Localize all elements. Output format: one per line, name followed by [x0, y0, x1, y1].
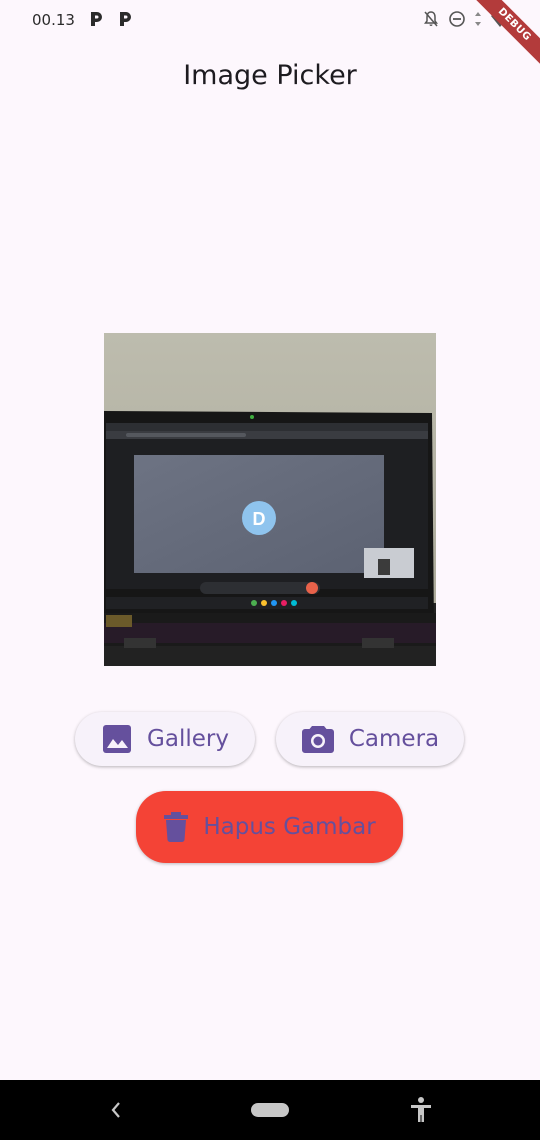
parking-app-icon: [91, 12, 102, 26]
picked-image: D: [104, 333, 436, 666]
laptop-photo: D: [104, 333, 436, 666]
camera-button-label: Camera: [348, 726, 440, 752]
notifications-off-icon: [424, 11, 438, 27]
avatar-letter: D: [253, 509, 266, 529]
data-arrows-icon: [475, 12, 481, 26]
camera-icon: [301, 726, 334, 753]
back-icon[interactable]: [109, 1100, 123, 1120]
delete-image-button[interactable]: Hapus Gambar: [136, 791, 403, 863]
camera-button[interactable]: Camera: [276, 712, 464, 766]
do-not-disturb-icon: [449, 11, 465, 27]
system-nav-bar: [0, 1080, 540, 1140]
page-title: Image Picker: [183, 60, 357, 91]
gallery-button[interactable]: Gallery: [75, 712, 255, 766]
trash-icon: [164, 812, 189, 843]
delete-button-label: Hapus Gambar: [203, 814, 376, 840]
home-pill-icon[interactable]: [251, 1103, 289, 1117]
status-time: 00.13: [32, 11, 75, 29]
status-bar: 00.13: [0, 0, 540, 40]
app-screen: 00.13 DEBUG Image Picker D Gallery Camer…: [0, 0, 540, 1140]
parking-app-icon: [120, 12, 131, 26]
image-icon: [103, 725, 132, 753]
gallery-button-label: Gallery: [147, 726, 229, 752]
accessibility-icon[interactable]: [410, 1096, 432, 1124]
